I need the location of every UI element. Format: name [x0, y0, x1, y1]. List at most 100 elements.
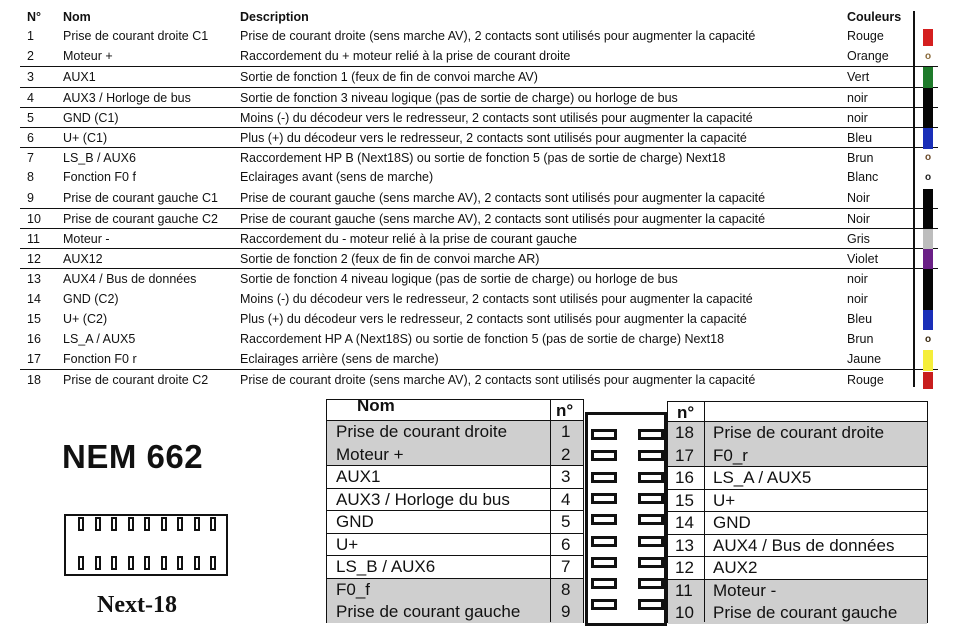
pin-name: Prise de courant gauche [336, 602, 521, 621]
pin-description: Moins (-) du décodeur vers le redresseur… [240, 291, 753, 306]
pin-name: Prise de courant droite [713, 423, 885, 442]
pin-color-name: Brun [847, 151, 874, 166]
pin-name: Prise de courant droite C2 [63, 373, 209, 388]
connector-pin-icon [127, 556, 134, 570]
table-row: 3 AUX1 Sortie de fonction 1 (feux de fin d… [20, 66, 938, 87]
color-swatch [923, 289, 933, 311]
pin-number: 15 [675, 490, 694, 510]
pin-number: 7 [561, 557, 571, 576]
table-row: 18 Prise de courant droite C2 Prise de cou… [20, 369, 938, 390]
pin-color-name: Noir [847, 190, 870, 205]
next18-label: Next-18 [97, 592, 177, 618]
pin-color-name: Orange [847, 49, 889, 64]
pin-color-name: noir [847, 110, 868, 125]
pin-number: 11 [27, 232, 40, 246]
connector-pin-icon [144, 556, 150, 570]
connector-pin-icon [638, 599, 664, 611]
pin-name: AUX1 [336, 467, 381, 486]
connector-pin-icon [160, 556, 167, 570]
connector-pin-icon [210, 517, 216, 531]
color-swatch [923, 350, 933, 371]
pin-color-name: Vert [847, 70, 870, 85]
right-pinout-table: Moteur - 11 Prise de courant gauche 10 AUX2 1… [667, 401, 928, 624]
pin-number: 2 [561, 444, 571, 464]
pin-name: LS_A / AUX5 [713, 468, 812, 487]
table-row: 17 Fonction F0 r Eclairages arrière (sens … [20, 349, 945, 369]
pin-description: Prise de courant gauche (sens marche AV)… [240, 211, 766, 226]
pin-name: LS_A / AUX5 [63, 332, 136, 346]
pin-description: Prise de courant gauche (sens marche AV)… [240, 190, 766, 205]
color-swatch [923, 107, 933, 129]
color-ring-marker: o [924, 152, 932, 164]
pinout-group: Prise de courant droite 18 F0_r 17 [668, 421, 927, 466]
pin-number: 4 [561, 489, 571, 509]
pin-name: AUX1 [63, 70, 96, 85]
color-swatch [923, 229, 933, 250]
pin-name: AUX3 / Horloge du bus [336, 489, 510, 509]
pin-name: GND [713, 513, 751, 532]
pin-color-name: Jaune [847, 352, 882, 367]
color-swatch [923, 188, 933, 210]
connector-pin-icon [127, 517, 134, 531]
connector-pin-icon [78, 517, 84, 531]
pin-number: 11 [675, 580, 693, 600]
table-row: 8 Fonction F0 f Eclairages avant (sens de … [20, 167, 945, 187]
pin-color-name: Brun [847, 332, 874, 346]
table-row: 1 Prise de courant droite C1 Prise de cour… [20, 26, 945, 46]
pin-name: F0_r [713, 445, 748, 465]
pin-number: 12 [27, 252, 41, 267]
color-ring-marker: o [924, 334, 932, 345]
pin-color-name: Blanc [847, 170, 879, 185]
table-row: 10 Prise de courant gauche C2 Prise de cou… [20, 207, 938, 229]
pin-number: 8 [561, 579, 571, 599]
connector-pin-icon [144, 517, 150, 531]
pin-name: AUX12 [63, 252, 103, 267]
color-ring-marker: o [924, 51, 932, 63]
connector-pin-icon [591, 535, 617, 547]
nem-662-title: NEM 662 [62, 438, 204, 475]
left-header-no: n° [556, 401, 574, 420]
color-swatch [923, 29, 933, 46]
table-row: 12 AUX12 Sortie de fonction 2 (feux de fin… [20, 248, 938, 269]
pin-name: U+ (C2) [63, 311, 108, 326]
connector-pin-icon [210, 556, 216, 570]
pin-color-name: noir [847, 272, 868, 287]
pin-number: 12 [675, 558, 694, 577]
pin-color-name: noir [847, 291, 868, 306]
pin-name: F0_f [336, 579, 371, 599]
pin-description: Sortie de fonction 4 niveau logique (pas… [240, 272, 678, 287]
pin-number: 5 [561, 512, 571, 531]
right-header-no: n° [677, 403, 695, 422]
connector-pin-icon [638, 578, 664, 590]
pin-number: 3 [27, 70, 34, 85]
pin-name: Prise de courant gauche C2 [63, 211, 218, 226]
pin-number: 17 [675, 445, 694, 465]
pin-number: 13 [27, 272, 41, 287]
connector-pin-icon [591, 429, 617, 440]
pin-color-name: Gris [847, 232, 870, 246]
pin-description: Prise de courant droite (sens marche AV)… [240, 373, 756, 388]
pin-number: 9 [27, 190, 34, 205]
pin-number: 18 [27, 373, 41, 388]
pin-number: 10 [27, 211, 41, 226]
connector-pin-icon [638, 492, 664, 504]
pin-description: Raccordement du - moteur relié à la pris… [240, 232, 577, 246]
pinout-group: Prise de courant droite 1 Moteur + 2 [327, 420, 583, 465]
pinout-group: U+ 15 [668, 488, 927, 512]
pin-name: Moteur - [63, 232, 110, 246]
header-no: N° [27, 10, 42, 24]
column-divider [704, 402, 706, 622]
pinout-group: U+ 6 [327, 532, 583, 556]
pin-number: 1 [561, 422, 571, 441]
header-description: Description [240, 10, 309, 24]
connector-pin-icon [94, 556, 101, 570]
pin-number: 8 [27, 170, 34, 185]
pin-name: AUX4 / Bus de données [63, 272, 197, 287]
pin-name: LS_B / AUX6 [63, 151, 136, 166]
connector-pin-icon [591, 471, 617, 483]
pin-number: 9 [561, 602, 571, 621]
pinout-group: F0_f 8 Prise de courant gauche 9 [327, 577, 583, 623]
pinout-group: GND 14 [668, 511, 927, 534]
pin-name: Prise de courant droite [336, 422, 508, 441]
connector-pin-icon [111, 517, 117, 531]
